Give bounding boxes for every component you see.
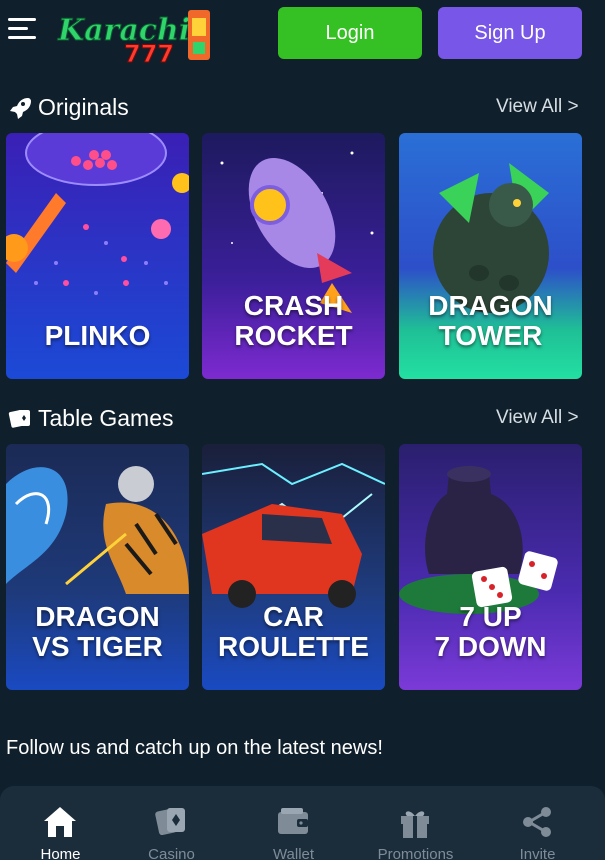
game-card-car-roulette[interactable]: CAR ROULETTE bbox=[202, 444, 385, 690]
game-card-dragon-tower[interactable]: DRAGON TOWER bbox=[399, 133, 582, 379]
home-icon bbox=[44, 807, 76, 837]
game-card-dragon-vs-tiger[interactable]: DRAGON VS TIGER bbox=[6, 444, 189, 690]
gift-icon bbox=[401, 811, 429, 838]
originals-section-header: Originals View All > bbox=[0, 92, 605, 122]
section-title: Originals bbox=[38, 94, 129, 120]
nav-wallet[interactable]: Wallet bbox=[233, 786, 354, 860]
game-title: CRASH ROCKET bbox=[234, 290, 353, 351]
nav-home[interactable]: Home bbox=[0, 786, 121, 860]
nav-invite[interactable]: Invite bbox=[477, 786, 598, 860]
login-button[interactable]: Login bbox=[278, 7, 422, 59]
nav-casino[interactable]: Casino bbox=[111, 786, 232, 860]
game-card-crash-rocket[interactable]: CRASH ROCKET bbox=[202, 133, 385, 379]
share-icon bbox=[523, 807, 551, 837]
table-games-section-header: Table Games View All > bbox=[0, 403, 605, 433]
nav-label: Wallet bbox=[272, 846, 315, 860]
game-title: DRAGON TOWER bbox=[428, 290, 553, 351]
svg-text:777: 777 bbox=[124, 40, 174, 64]
karachi-777-logo[interactable]: Karachi 777 bbox=[54, 4, 224, 69]
game-title: DRAGON VS TIGER bbox=[32, 601, 163, 662]
hamburger-menu-icon[interactable] bbox=[8, 18, 38, 46]
view-all-table-games-link[interactable]: View All > bbox=[496, 407, 579, 429]
game-title: PLINKO bbox=[44, 320, 151, 351]
wallet-icon bbox=[278, 808, 308, 834]
nav-label: Invite bbox=[519, 846, 556, 860]
follow-us-text: Follow us and catch up on the latest new… bbox=[6, 737, 383, 759]
view-all-originals-link[interactable]: View All > bbox=[496, 96, 579, 118]
bottom-navigation: Home Casino Wallet Promotions Invite bbox=[0, 786, 605, 860]
nav-promotions[interactable]: Promotions bbox=[355, 786, 476, 860]
game-card-7-up-7-down[interactable]: 7 UP 7 DOWN bbox=[399, 444, 582, 690]
top-header: Karachi 777 Login Sign Up bbox=[0, 0, 605, 72]
nav-label: Promotions bbox=[377, 846, 454, 860]
section-title: Table Games bbox=[38, 405, 174, 431]
nav-label: Home bbox=[40, 846, 81, 860]
game-title: CAR ROULETTE bbox=[218, 601, 369, 662]
game-card-plinko[interactable]: PLINKO bbox=[6, 133, 189, 379]
signup-button[interactable]: Sign Up bbox=[438, 7, 582, 59]
rocket-icon bbox=[10, 98, 31, 119]
game-title: 7 UP 7 DOWN bbox=[434, 601, 547, 662]
nav-label: Casino bbox=[148, 846, 195, 860]
playing-cards-icon bbox=[8, 410, 30, 428]
cards-icon bbox=[155, 808, 185, 836]
